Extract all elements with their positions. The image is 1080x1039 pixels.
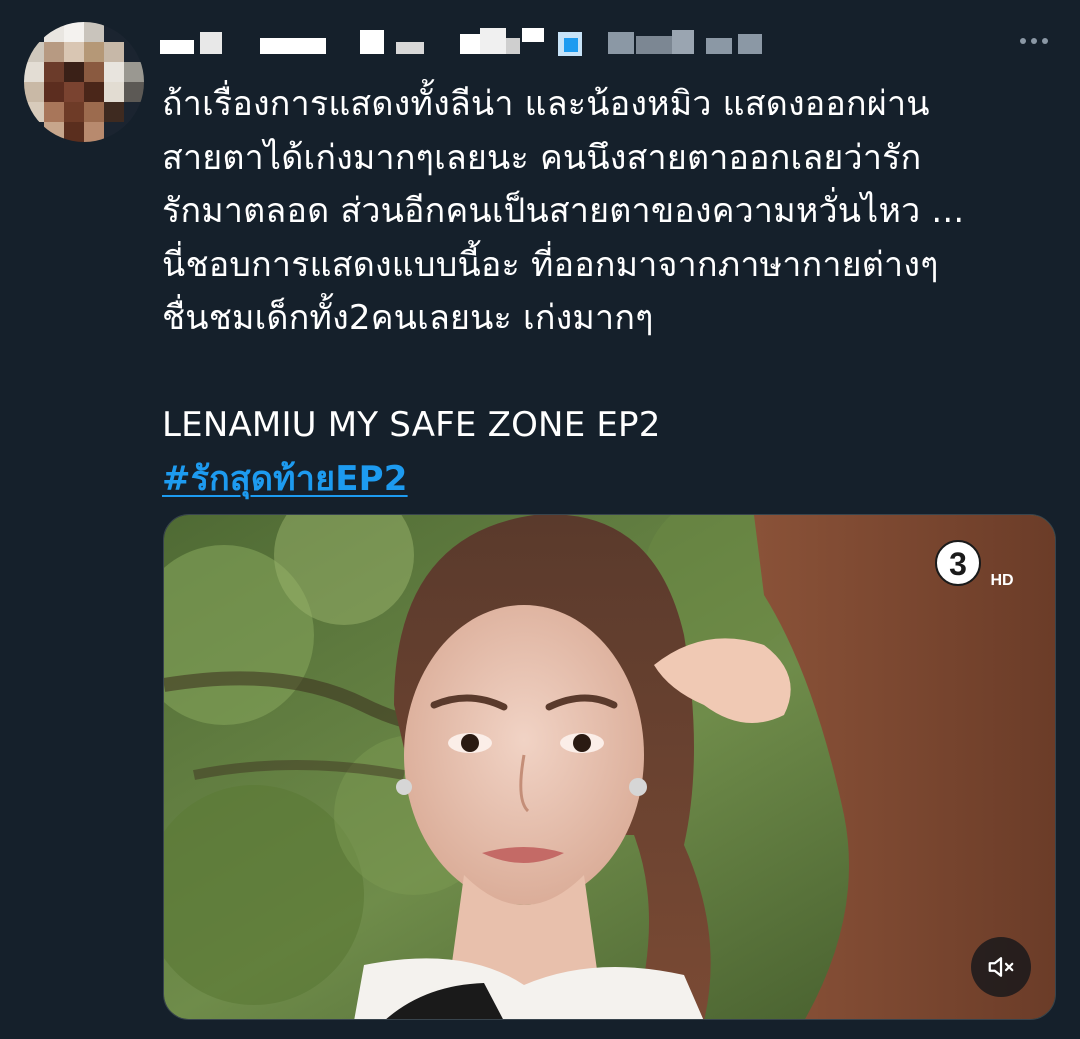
tweet-author-redacted[interactable] xyxy=(160,28,960,56)
more-horizontal-icon xyxy=(1020,38,1026,44)
hashtag-link[interactable]: #รักสุดท้ายEP2 xyxy=(162,459,408,499)
tweet-text-line: สายตาได้เก่งมากๆเลยนะ คนนึงสายตาออกเลยว่… xyxy=(162,137,922,178)
video-player[interactable]: 3 HD xyxy=(163,514,1056,1020)
tweet-text: ถ้าเรื่องการแสดงทั้งลีน่า และน้องหมิว แส… xyxy=(162,78,1062,506)
tweet-page: ถ้าเรื่องการแสดงทั้งลีน่า และน้องหมิว แส… xyxy=(0,0,1080,1039)
tweet-text-line: รักมาตลอด ส่วนอีกคนเป็นสายตาของความหวั่น… xyxy=(162,191,965,231)
tweet-title-line: LENAMIU MY SAFE ZONE EP2 xyxy=(162,405,661,445)
video-frame: 3 HD xyxy=(164,515,1055,1019)
tweet-text-line: ชื่นชมเด็กทั้ง2คนเลยนะ เก่งมากๆ xyxy=(162,298,654,338)
tweet-text-line: ถ้าเรื่องการแสดงทั้งลีน่า และน้องหมิว แส… xyxy=(162,84,930,124)
mute-toggle-button[interactable] xyxy=(971,937,1031,997)
volume-muted-icon xyxy=(988,957,1014,977)
channel-logo-hd: HD xyxy=(990,572,1013,589)
avatar[interactable] xyxy=(24,22,144,142)
more-options-button[interactable] xyxy=(1012,26,1056,56)
channel-logo-number: 3 xyxy=(949,546,967,582)
tweet-text-line: นี่ชอบการแสดงแบบนี้อะ ที่ออกมาจากภาษากาย… xyxy=(162,244,939,285)
